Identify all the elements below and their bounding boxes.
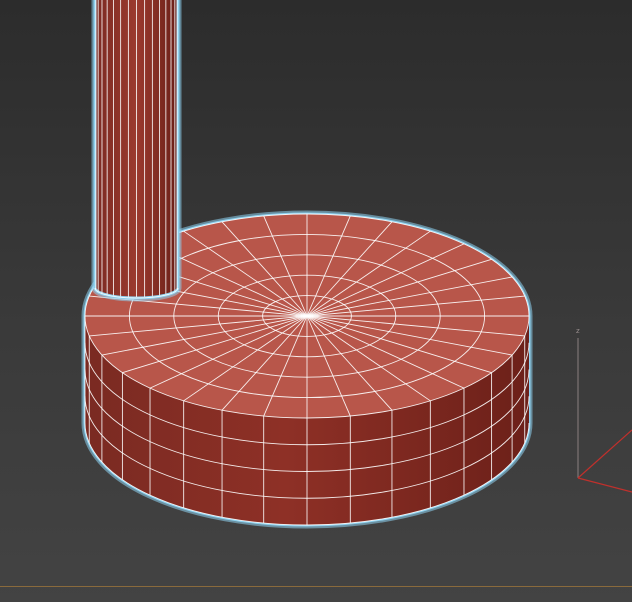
viewport-active-border — [0, 586, 632, 587]
axis-y-line — [577, 477, 632, 493]
3d-viewport[interactable]: z — [0, 0, 632, 602]
axis-z-label: z — [576, 327, 580, 335]
axis-x-line — [577, 429, 632, 479]
viewport-scene[interactable] — [0, 0, 632, 602]
pole-cylinder[interactable] — [91, 0, 182, 302]
axis-gizmo — [577, 338, 632, 493]
